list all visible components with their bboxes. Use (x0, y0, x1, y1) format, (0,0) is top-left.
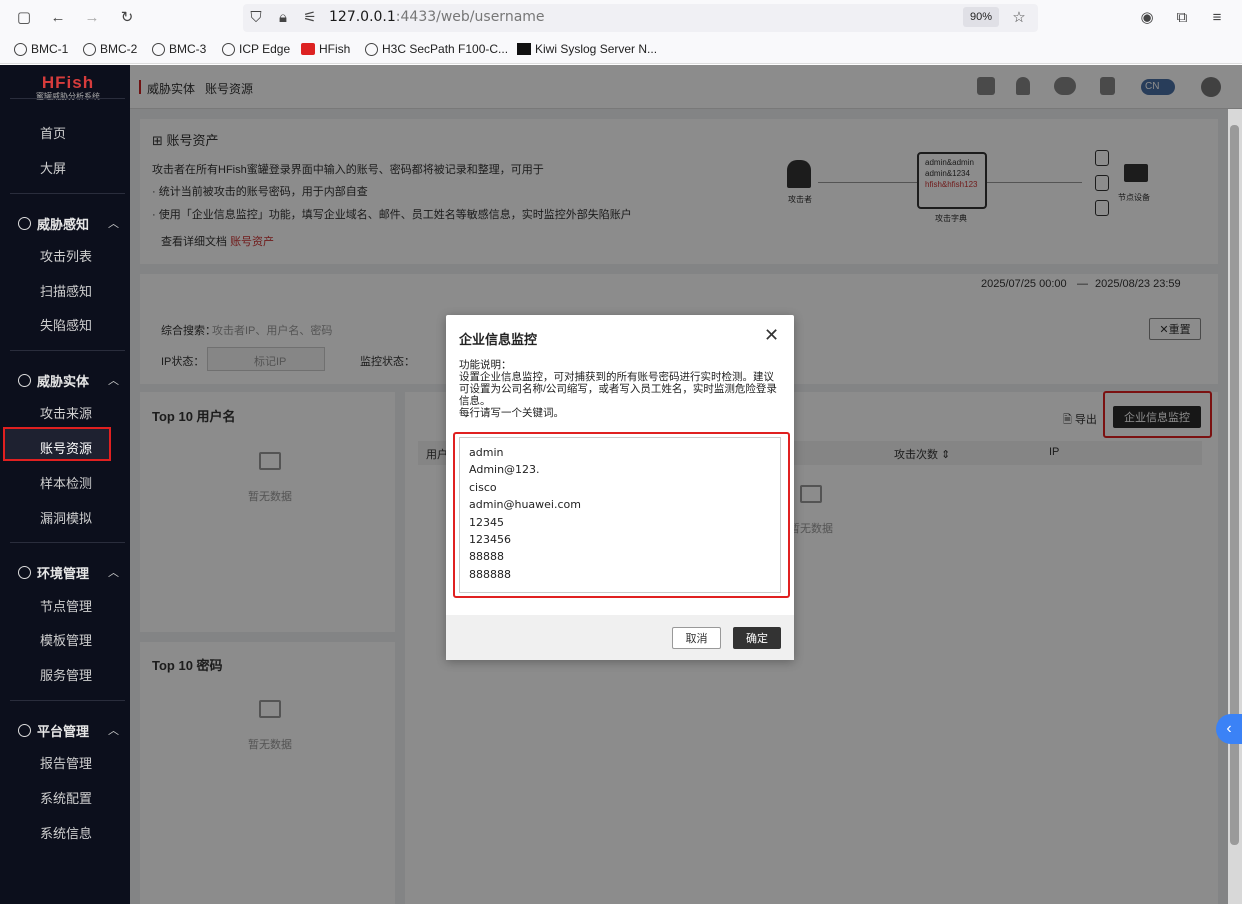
modal-desc-line: 功能说明： (459, 359, 512, 371)
browser-toolbar: ▢ ← → ↻ ⛉ 🔒︎ ⚟ 127.0.0.1:4433/web/userna… (0, 0, 1242, 36)
globe-icon (83, 42, 96, 56)
nav-group-label: 威胁实体 (37, 374, 90, 389)
bookmark-label: BMC-1 (31, 42, 69, 56)
chevron-up-icon[interactable]: ︿ (108, 372, 119, 388)
close-icon[interactable]: ✕ (764, 325, 779, 346)
reload-icon[interactable]: ↻ (119, 9, 135, 26)
extensions-icon[interactable]: ⧉ (1174, 9, 1190, 26)
bookmarks-bar: BMC-1 BMC-2 BMC-3 ICP Edge HFish H3C Sec… (0, 36, 1242, 64)
bookmark-label: BMC-2 (100, 42, 138, 56)
bookmark-label: BMC-3 (169, 42, 207, 56)
divider (10, 193, 125, 194)
modal-description: 功能说明： 设置企业信息监控，可对捕获到的所有账号密码进行实时检测。建议可设置为… (459, 359, 784, 419)
chevron-up-icon[interactable]: ︿ (108, 564, 119, 580)
confirm-button[interactable]: 确定 (733, 627, 781, 649)
nav-service-management[interactable]: 服务管理 (40, 665, 92, 684)
modal-title: 企业信息监控 (459, 332, 538, 347)
bookmark-bmc-1[interactable]: BMC-1 (14, 42, 68, 56)
nav-group-env-management[interactable]: 环境管理 (18, 563, 89, 582)
lock-icon[interactable]: 🔒︎ (275, 9, 291, 26)
account-icon[interactable]: ◉ (1139, 9, 1155, 26)
bookmark-label: HFish (319, 42, 351, 56)
globe-icon (222, 42, 235, 56)
nav-group-label: 平台管理 (37, 724, 90, 739)
shield-icon[interactable]: ⛉ (248, 9, 264, 26)
gear-icon (18, 566, 31, 579)
star-icon[interactable]: ☆ (1011, 9, 1027, 26)
nav-vuln-simulation[interactable]: 漏洞模拟 (40, 508, 92, 527)
divider (10, 350, 125, 351)
nav-compromise-perception[interactable]: 失陷感知 (40, 315, 92, 334)
nav-system-info[interactable]: 系统信息 (40, 823, 92, 842)
forward-icon[interactable]: → (84, 9, 100, 26)
bookmark-bmc-3[interactable]: BMC-3 (152, 42, 206, 56)
pulse-icon (18, 217, 31, 230)
shield-icon (18, 374, 31, 387)
modal-desc-line: 每行请写一个关键词。 (459, 407, 564, 419)
nav-scan-perception[interactable]: 扫描感知 (40, 281, 92, 300)
nav-group-threat-entity[interactable]: 威胁实体 (18, 371, 89, 390)
url-path: :4433/web/username (395, 9, 545, 25)
hfish-logo-icon (301, 43, 315, 55)
url-text[interactable]: 127.0.0.1:4433/web/username (329, 9, 545, 25)
logo-title: HFish (41, 73, 95, 92)
nav-group-threat-perception[interactable]: 威胁感知 (18, 214, 89, 233)
side-collapse-tab[interactable]: ‹ (1216, 714, 1242, 744)
modal-footer: 取消 确定 (446, 615, 794, 660)
chevron-up-icon[interactable]: ︿ (108, 722, 119, 738)
modal-backdrop-top[interactable] (130, 65, 1242, 109)
nav-screen[interactable]: 大屏 (40, 158, 66, 177)
bookmark-label: ICP Edge (239, 42, 291, 56)
nav-group-label: 环境管理 (37, 566, 90, 581)
nav-report-management[interactable]: 报告管理 (40, 753, 92, 772)
settings-icon (18, 724, 31, 737)
zoom-level[interactable]: 90% (963, 7, 999, 27)
divider (10, 98, 125, 99)
chevron-up-icon[interactable]: ︿ (108, 215, 119, 231)
tab-overview-icon[interactable]: ▢ (16, 9, 32, 26)
bookmark-bmc-2[interactable]: BMC-2 (83, 42, 137, 56)
nav-attack-list[interactable]: 攻击列表 (40, 246, 92, 265)
back-icon[interactable]: ← (50, 9, 66, 26)
nav-sample-detection[interactable]: 样本检测 (40, 473, 92, 492)
modal-desc-line: 设置企业信息监控，可对捕获到的所有账号密码进行实时检测。建议可设置为公司名称/公… (459, 371, 777, 407)
nav-group-platform-management[interactable]: 平台管理 (18, 721, 89, 740)
nav-attack-source[interactable]: 攻击来源 (40, 403, 92, 422)
divider (10, 542, 125, 543)
cancel-button[interactable]: 取消 (672, 627, 721, 649)
logo-subtitle: 蜜罐威胁分析系统 (36, 92, 100, 101)
keywords-highlight (453, 432, 790, 598)
divider (10, 700, 125, 701)
menu-icon[interactable]: ≡ (1209, 9, 1225, 26)
bookmark-label: Kiwi Syslog Server N... (535, 42, 658, 56)
chevron-left-icon: ‹ (1226, 720, 1232, 737)
nav-account-resource[interactable]: 账号资源 (40, 438, 92, 457)
url-host: 127.0.0.1 (329, 9, 396, 25)
kiwi-logo-icon (517, 43, 531, 55)
nav-node-management[interactable]: 节点管理 (40, 596, 92, 615)
globe-icon (152, 42, 165, 56)
bookmark-label: H3C SecPath F100-C... (382, 42, 509, 56)
bookmark-icp-edge[interactable]: ICP Edge (222, 42, 290, 56)
nav-system-config[interactable]: 系统配置 (40, 788, 92, 807)
nav-group-label: 威胁感知 (37, 217, 90, 232)
nav-home[interactable]: 首页 (40, 123, 66, 142)
globe-icon (14, 42, 27, 56)
nav-template-management[interactable]: 模板管理 (40, 630, 92, 649)
bookmark-hfish[interactable]: HFish (301, 42, 350, 56)
bookmark-kiwi[interactable]: Kiwi Syslog Server N... (517, 42, 657, 56)
globe-icon (365, 42, 378, 56)
permissions-icon[interactable]: ⚟ (302, 9, 318, 26)
sidebar: HFish 蜜罐威胁分析系统 首页 大屏 威胁感知 ︿ 攻击列表 扫描感知 失陷… (0, 65, 130, 904)
bookmark-h3c[interactable]: H3C SecPath F100-C... (365, 42, 508, 56)
